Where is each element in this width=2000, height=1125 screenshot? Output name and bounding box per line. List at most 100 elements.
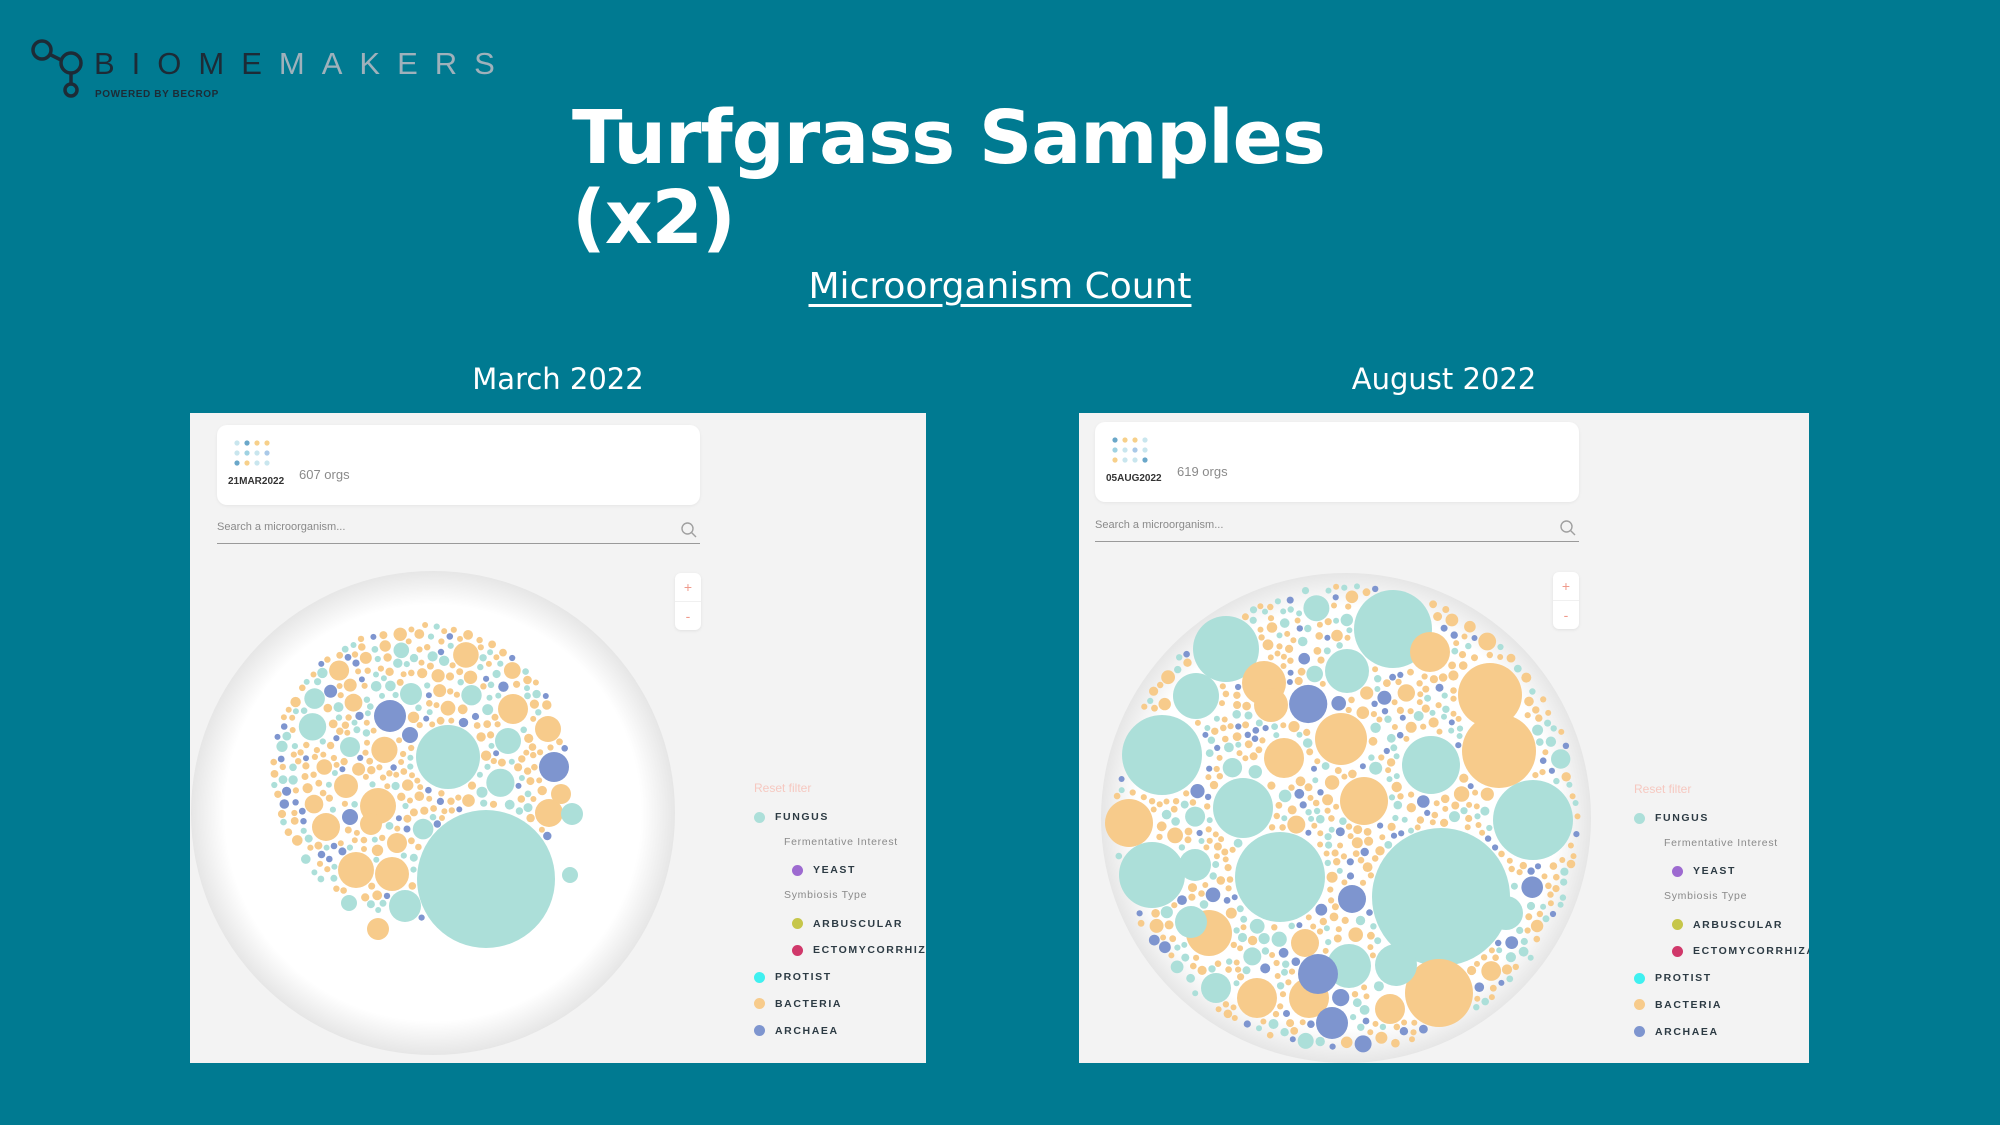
- organism-bubble[interactable]: [1567, 842, 1574, 849]
- legend-item-yeast[interactable]: YEAST: [1634, 863, 1809, 879]
- organism-bubble[interactable]: [1237, 978, 1277, 1018]
- organism-bubble[interactable]: [1364, 836, 1374, 846]
- organism-bubble[interactable]: [373, 856, 380, 863]
- organism-bubble[interactable]: [562, 867, 578, 883]
- organism-bubble[interactable]: [1526, 901, 1536, 911]
- organism-bubble[interactable]: [368, 882, 376, 890]
- organism-bubble[interactable]: [1266, 622, 1278, 633]
- organism-bubble[interactable]: [1391, 1038, 1400, 1048]
- organism-bubble[interactable]: [1375, 1031, 1388, 1044]
- organism-bubble[interactable]: [270, 758, 277, 766]
- organism-bubble[interactable]: [456, 668, 464, 676]
- organism-bubble[interactable]: [1381, 708, 1389, 715]
- organism-bubble[interactable]: [1492, 844, 1499, 851]
- organism-bubble[interactable]: [542, 700, 552, 710]
- organism-bubble[interactable]: [1299, 801, 1307, 809]
- organism-bubble[interactable]: [477, 644, 484, 651]
- organism-bubble[interactable]: [282, 786, 292, 796]
- organism-bubble[interactable]: [1235, 966, 1242, 973]
- organism-bubble[interactable]: [1328, 815, 1335, 822]
- organism-bubble[interactable]: [370, 727, 377, 734]
- organism-bubble[interactable]: [485, 660, 492, 667]
- organism-bubble[interactable]: [1212, 831, 1219, 838]
- organism-bubble[interactable]: [1303, 595, 1330, 622]
- organism-bubble[interactable]: [1158, 697, 1171, 711]
- organism-bubble[interactable]: [1311, 822, 1318, 829]
- organism-bubble[interactable]: [515, 782, 522, 789]
- organism-bubble[interactable]: [408, 744, 415, 752]
- organism-bubble[interactable]: [417, 810, 555, 948]
- organism-bubble[interactable]: [491, 713, 499, 721]
- organism-bubble[interactable]: [1401, 816, 1408, 823]
- organism-bubble[interactable]: [360, 836, 368, 844]
- organism-bubble[interactable]: [350, 642, 357, 648]
- organism-bubble[interactable]: [1323, 925, 1330, 932]
- organism-bubble[interactable]: [1233, 838, 1243, 848]
- organism-bubble[interactable]: [1566, 859, 1576, 869]
- legend-item-bacteria[interactable]: BACTERIA: [1634, 997, 1809, 1013]
- organism-bubble[interactable]: [1296, 625, 1303, 632]
- organism-bubble[interactable]: [319, 789, 327, 797]
- organism-bubble[interactable]: [524, 790, 532, 798]
- organism-bubble[interactable]: [1570, 853, 1577, 860]
- organism-bubble[interactable]: [380, 675, 387, 682]
- organism-bubble[interactable]: [1148, 934, 1160, 946]
- organism-bubble[interactable]: [488, 742, 495, 749]
- organism-bubble[interactable]: [292, 835, 303, 846]
- organism-bubble[interactable]: [317, 875, 325, 883]
- organism-bubble[interactable]: [535, 716, 561, 742]
- legend-item-ectomycorrhiza[interactable]: ECTOMYCORRHIZA: [1634, 943, 1809, 959]
- organism-bubble[interactable]: [367, 918, 389, 940]
- organism-bubble[interactable]: [1279, 991, 1287, 998]
- organism-bubble[interactable]: [526, 813, 535, 823]
- organism-bubble[interactable]: [409, 808, 418, 817]
- organism-bubble[interactable]: [1213, 765, 1220, 773]
- organism-bubble[interactable]: [400, 852, 407, 859]
- organism-bubble[interactable]: [405, 638, 412, 645]
- organism-bubble[interactable]: [1243, 947, 1262, 966]
- organism-bubble[interactable]: [1459, 773, 1469, 783]
- organism-bubble[interactable]: [402, 802, 409, 810]
- organism-bubble[interactable]: [1149, 918, 1164, 933]
- organism-bubble[interactable]: [1180, 800, 1189, 809]
- organism-bubble[interactable]: [371, 736, 398, 763]
- organism-bubble[interactable]: [303, 741, 310, 749]
- organism-bubble[interactable]: [537, 785, 547, 796]
- organism-bubble[interactable]: [415, 843, 422, 851]
- organism-bubble[interactable]: [1416, 699, 1423, 706]
- organism-bubble[interactable]: [462, 794, 475, 807]
- organism-bubble[interactable]: [1369, 761, 1383, 775]
- organism-bubble[interactable]: [1521, 672, 1532, 683]
- organism-bubble[interactable]: [1348, 927, 1363, 942]
- organism-bubble[interactable]: [1277, 1003, 1284, 1010]
- reset-filter-button[interactable]: Reset filter: [1634, 782, 1809, 796]
- organism-bubble[interactable]: [1413, 711, 1424, 721]
- organism-bubble[interactable]: [1233, 959, 1240, 966]
- organism-bubble[interactable]: [1222, 735, 1229, 743]
- organism-bubble[interactable]: [317, 850, 326, 859]
- organism-bubble[interactable]: [1190, 962, 1197, 970]
- organism-bubble[interactable]: [408, 882, 417, 890]
- organism-bubble[interactable]: [447, 688, 454, 695]
- organism-bubble[interactable]: [1450, 695, 1457, 702]
- organism-bubble[interactable]: [1345, 590, 1359, 604]
- organism-bubble[interactable]: [1368, 736, 1378, 746]
- organism-bubble[interactable]: [1315, 1036, 1325, 1047]
- organism-bubble[interactable]: [487, 649, 494, 656]
- organism-bubble[interactable]: [1322, 794, 1334, 806]
- organism-bubble[interactable]: [314, 841, 323, 850]
- organism-bubble[interactable]: [1357, 1023, 1365, 1031]
- zoom-out-button[interactable]: -: [1553, 600, 1579, 629]
- organism-bubble[interactable]: [1322, 947, 1329, 954]
- organism-bubble[interactable]: [1271, 723, 1278, 730]
- organism-bubble[interactable]: [1198, 838, 1205, 844]
- organism-bubble[interactable]: [270, 770, 279, 778]
- organism-bubble[interactable]: [409, 853, 418, 862]
- organism-bubble[interactable]: [1498, 850, 1505, 858]
- legend-item-bacteria[interactable]: BACTERIA: [754, 996, 926, 1012]
- organism-bubble[interactable]: [518, 775, 525, 781]
- organism-bubble[interactable]: [280, 714, 287, 721]
- organism-bubble[interactable]: [407, 754, 414, 761]
- organism-bubble[interactable]: [1167, 827, 1183, 844]
- organism-bubble[interactable]: [1448, 727, 1455, 734]
